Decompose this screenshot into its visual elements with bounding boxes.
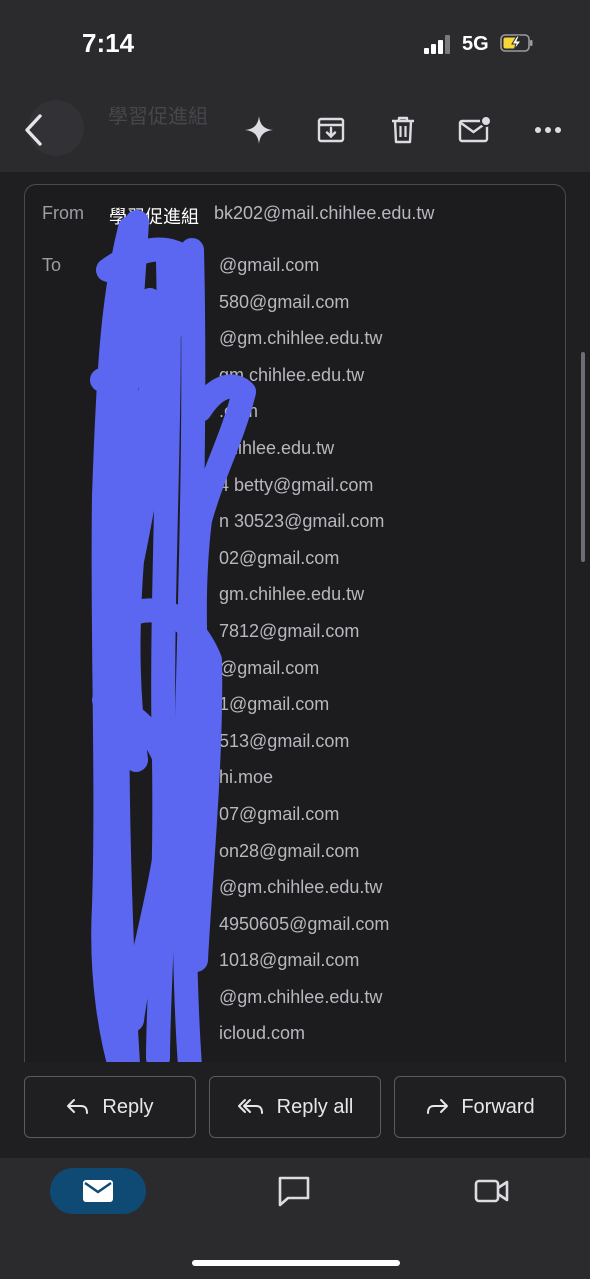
mail-unread-icon (458, 115, 492, 143)
reply-all-icon (237, 1099, 263, 1114)
recipient-item[interactable]: 4 betty@gmail.com (109, 475, 559, 512)
recipient-item[interactable]: hi.moe (109, 767, 559, 804)
from-label: From (42, 203, 84, 223)
sender-email[interactable]: bk202@mail.chihlee.edu.tw (214, 203, 434, 224)
forward-button[interactable]: Forward (394, 1076, 566, 1138)
recipient-item[interactable]: gm.chihlee.edu.tw (109, 365, 559, 402)
recipient-item[interactable]: 7812@gmail.com (109, 621, 559, 658)
back-button[interactable] (14, 110, 54, 150)
recipient-item[interactable]: 4950605@gmail.com (109, 914, 559, 951)
mark-unread-button[interactable] (455, 110, 495, 150)
recipient-item[interactable]: @gm.chihlee.edu.tw (109, 877, 559, 914)
recipient-item[interactable]: on28@gmail.com (109, 841, 559, 878)
forward-label: Forward (461, 1095, 535, 1118)
recipient-item[interactable]: chihlee.edu.tw (109, 438, 559, 475)
chat-icon (278, 1176, 310, 1207)
recipient-item[interactable]: n 30523@gmail.com (109, 511, 559, 548)
tab-mail[interactable] (50, 1168, 146, 1214)
recipient-item[interactable]: 513@gmail.com (109, 731, 559, 768)
recipient-item[interactable]: @gmail.com (109, 255, 559, 292)
recipient-item[interactable]: icloud.com (109, 1023, 559, 1060)
sparkle-icon (245, 116, 273, 144)
more-horizontal-icon (535, 127, 561, 133)
recipient-item[interactable]: 1018@gmail.com (109, 950, 559, 987)
recipient-item[interactable]: 1@gmail.com (109, 694, 559, 731)
network-type: 5G (462, 33, 489, 55)
reply-actions-bar: Reply Reply all Forward (0, 1062, 590, 1158)
reply-icon (67, 1099, 89, 1114)
mail-icon (83, 1180, 113, 1202)
recipient-item[interactable]: @gm.chihlee.edu.tw (109, 987, 559, 1024)
recipient-list: @gmail.com 580@gmail.com @gm.chihlee.edu.t… (109, 255, 559, 1060)
forward-icon (427, 1099, 449, 1114)
more-options-button[interactable] (528, 110, 568, 150)
battery-charging-icon (500, 34, 533, 52)
sender-name[interactable]: 學習促進組 (109, 203, 199, 229)
status-time: 7:14 (82, 28, 135, 58)
chevron-left-icon (25, 114, 42, 146)
tab-meet[interactable] (468, 1168, 516, 1214)
reply-label: Reply (102, 1095, 154, 1118)
gemini-button[interactable] (239, 110, 279, 150)
delete-button[interactable] (383, 110, 423, 150)
home-indicator[interactable] (192, 1260, 400, 1266)
video-camera-icon (474, 1179, 509, 1203)
recipient-item[interactable]: 02@gmail.com (109, 548, 559, 585)
recipient-item[interactable]: 07@gmail.com (109, 804, 559, 841)
reply-button[interactable]: Reply (24, 1076, 196, 1138)
signal-icon (424, 34, 454, 54)
scrollbar[interactable] (581, 352, 585, 562)
message-details-card: From 學習促進組 bk202@mail.chihlee.edu.tw To … (24, 184, 566, 1085)
recipient-item[interactable]: @gm.chihlee.edu.tw (109, 328, 559, 365)
tab-chat[interactable] (270, 1168, 318, 1214)
bottom-navigation (0, 1158, 590, 1279)
trash-icon (392, 116, 414, 144)
to-label: To (42, 255, 62, 275)
recipient-item[interactable]: gm.chihlee.edu.tw (109, 584, 559, 621)
reply-all-button[interactable]: Reply all (209, 1076, 381, 1138)
archive-button[interactable] (311, 110, 351, 150)
recipient-item[interactable]: 580@gmail.com (109, 292, 559, 329)
archive-icon (317, 117, 345, 143)
message-toolbar: 學習促進組 (0, 88, 590, 172)
reply-all-label: Reply all (276, 1095, 354, 1118)
recipient-item[interactable]: .com (109, 401, 559, 438)
recipient-item[interactable]: @gmail.com (109, 658, 559, 695)
status-bar: 7:14 5G (0, 0, 590, 88)
header-sender-hint: 學習促進組 (108, 106, 208, 128)
